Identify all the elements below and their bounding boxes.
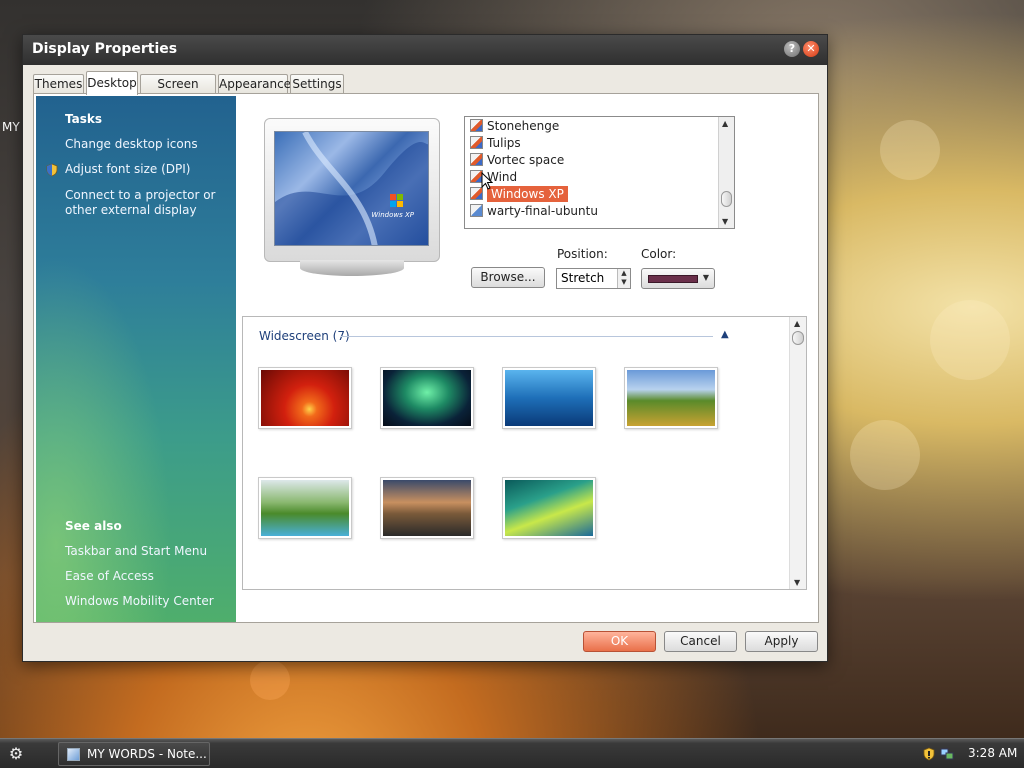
color-swatch	[648, 275, 698, 283]
position-value: Stretch	[561, 271, 605, 285]
scroll-down-arrow-icon[interactable]: ▼	[794, 578, 800, 587]
scroll-down-arrow-icon[interactable]: ▼	[722, 217, 728, 226]
list-item-label: Windows XP	[487, 186, 568, 202]
position-select[interactable]: Stretch ▲ ▼	[556, 268, 631, 289]
desktop-icon-label[interactable]: MY	[2, 120, 20, 134]
system-clock[interactable]: 3:28 AM	[968, 746, 1017, 760]
desktop-preview-monitor: Windows XP	[264, 118, 440, 262]
wallpaper-thumbnail[interactable]	[258, 367, 352, 429]
title-bar[interactable]: Display Properties ? ✕	[23, 35, 827, 65]
monitor-stand	[300, 260, 404, 276]
bokeh-light	[250, 660, 290, 700]
ease-of-access-link[interactable]: Ease of Access	[65, 569, 235, 584]
list-item-label: Stonehenge	[487, 119, 560, 133]
list-item[interactable]: Vortec space	[470, 152, 564, 169]
apply-button[interactable]: Apply	[745, 631, 818, 652]
notepad-icon	[67, 748, 80, 761]
taskbar: ⚙ MY WORDS - Note... 3:28 AM	[0, 738, 1024, 768]
browse-button[interactable]: Browse...	[471, 267, 545, 288]
tasks-heading: Tasks	[65, 112, 103, 126]
bokeh-light	[880, 120, 940, 180]
gallery-scrollbar[interactable]: ▲ ▼	[789, 317, 806, 589]
list-item[interactable]: Tulips	[470, 135, 521, 152]
taskbar-start-menu-link[interactable]: Taskbar and Start Menu	[65, 544, 235, 559]
image-file-icon	[470, 204, 483, 217]
list-item[interactable]: Wind	[470, 169, 517, 186]
taskbar-window-button[interactable]: MY WORDS - Note...	[58, 742, 210, 766]
spin-arrows-icon[interactable]: ▲ ▼	[617, 269, 630, 288]
bokeh-light	[930, 300, 1010, 380]
desktop-tab-panel: Tasks Change desktop icons Adjust font s…	[33, 93, 819, 623]
group-divider	[341, 336, 713, 337]
image-file-icon	[470, 119, 483, 132]
tab-themes[interactable]: Themes	[33, 74, 84, 94]
taskbar-window-label: MY WORDS - Note...	[87, 747, 207, 761]
task-sidebar: Tasks Change desktop icons Adjust font s…	[36, 96, 236, 622]
change-desktop-icons-link[interactable]: Change desktop icons	[65, 137, 235, 152]
shield-icon	[46, 163, 58, 177]
position-label: Position:	[557, 247, 608, 261]
wallpaper-gallery: Widescreen (7) ▲ ▲ ▼	[242, 316, 807, 590]
wallpaper-thumbnail[interactable]	[502, 477, 596, 539]
scroll-thumb[interactable]	[792, 331, 804, 345]
preview-logo-text: Windows XP	[371, 211, 414, 219]
collapse-chevron-icon[interactable]: ▲	[721, 329, 729, 340]
list-item[interactable]: Stonehenge	[470, 118, 559, 135]
tab-screen-saver[interactable]: Screen Saver	[140, 74, 216, 109]
close-button[interactable]: ✕	[803, 41, 819, 57]
wallpaper-thumbnail[interactable]	[380, 367, 474, 429]
image-file-icon	[470, 153, 483, 166]
wallpaper-thumbnail[interactable]	[624, 367, 718, 429]
color-picker-button[interactable]: ▼	[641, 268, 715, 289]
mobility-center-link[interactable]: Windows Mobility Center	[65, 594, 235, 609]
xp-wallpaper-preview	[275, 132, 428, 245]
security-shield-icon[interactable]	[922, 747, 936, 761]
start-menu-icon[interactable]: ⚙	[6, 744, 26, 764]
window-title: Display Properties	[32, 41, 178, 57]
bokeh-light	[850, 420, 920, 490]
mouse-cursor-icon	[481, 172, 493, 190]
image-file-icon	[470, 136, 483, 149]
tab-settings[interactable]: Settings	[290, 74, 344, 94]
list-item[interactable]: warty-final-ubuntu	[470, 203, 598, 220]
group-title[interactable]: Widescreen (7)	[259, 329, 350, 343]
wallpaper-thumbnail[interactable]	[502, 367, 596, 429]
ok-button[interactable]: OK	[583, 631, 656, 652]
see-also-heading: See also	[65, 519, 122, 533]
list-item-label: warty-final-ubuntu	[487, 204, 598, 218]
wallpaper-thumbnail[interactable]	[380, 477, 474, 539]
dropdown-arrow-icon: ▼	[702, 273, 709, 282]
color-label: Color:	[641, 247, 677, 261]
tab-appearance[interactable]: Appearance	[218, 74, 291, 94]
network-icon[interactable]	[940, 747, 954, 761]
display-properties-window: Display Properties ? ✕ Themes Desktop Sc…	[22, 34, 828, 662]
help-button[interactable]: ?	[784, 41, 800, 57]
adjust-font-size-link[interactable]: Adjust font size (DPI)	[65, 162, 235, 177]
scroll-up-arrow-icon[interactable]: ▲	[722, 119, 728, 128]
scroll-up-arrow-icon[interactable]: ▲	[794, 319, 800, 328]
wallpaper-thumbnail[interactable]	[258, 477, 352, 539]
cancel-button[interactable]: Cancel	[664, 631, 737, 652]
scroll-thumb[interactable]	[721, 191, 732, 207]
listbox-scrollbar[interactable]: ▲ ▼	[718, 117, 734, 228]
preview-screen: Windows XP	[274, 131, 429, 246]
list-item-label: Vortec space	[487, 153, 565, 167]
list-item-label: Tulips	[487, 136, 521, 150]
tab-desktop[interactable]: Desktop	[86, 71, 138, 95]
wallpaper-listbox[interactable]: Stonehenge Tulips Vortec space Wind Wind…	[464, 116, 735, 229]
connect-projector-link[interactable]: Connect to a projector or other external…	[65, 188, 235, 218]
